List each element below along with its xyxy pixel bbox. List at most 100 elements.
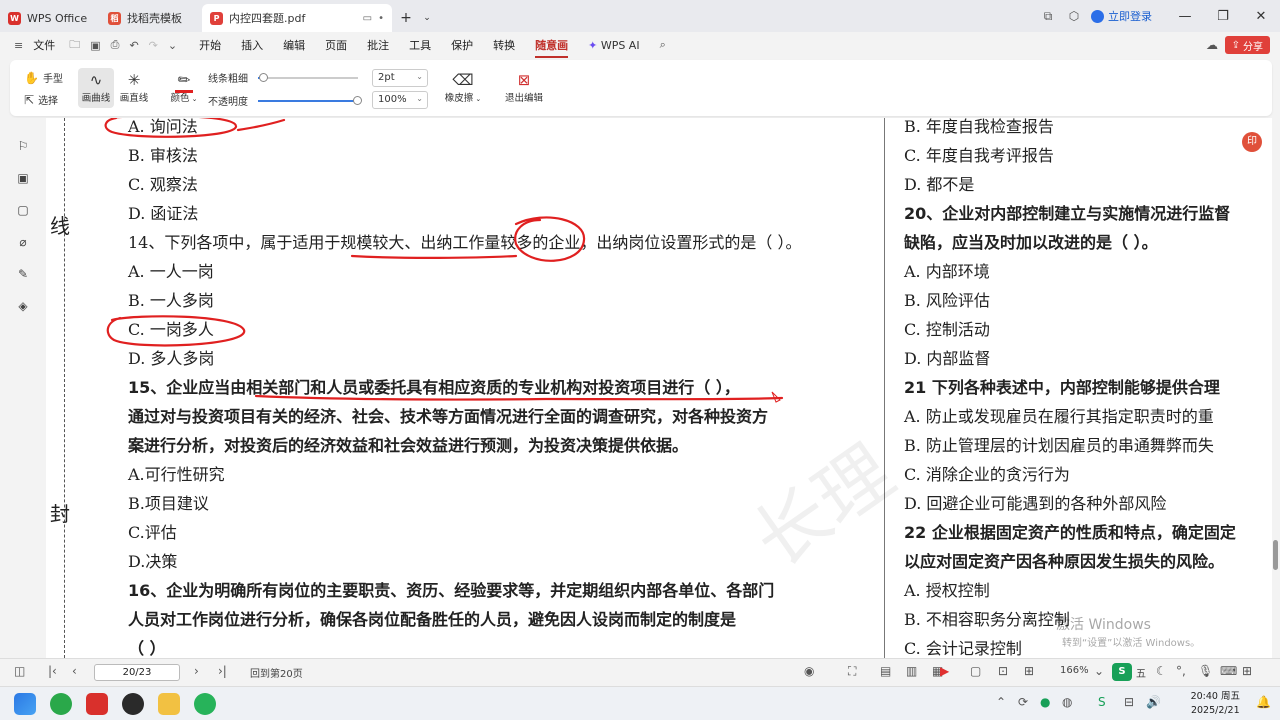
fit-width-icon[interactable]: ⊞ xyxy=(1024,664,1034,678)
opacity-slider-knob[interactable] xyxy=(353,96,362,105)
menu-file[interactable]: 文件 xyxy=(33,37,55,53)
window-layout-icon[interactable]: ⧉ xyxy=(1035,0,1061,32)
tray-sync-icon[interactable]: ⟳ xyxy=(1018,695,1028,709)
stamp-badge-icon[interactable]: 印 xyxy=(1242,132,1262,152)
tab-wps-office[interactable]: W WPS Office xyxy=(0,4,98,32)
menu-convert[interactable]: 转换 xyxy=(493,37,515,53)
menu-insert[interactable]: 插入 xyxy=(241,37,263,53)
vertical-scrollbar-thumb[interactable] xyxy=(1273,540,1278,570)
notification-bell-icon[interactable]: 🔔 xyxy=(1256,695,1271,709)
keyboard-icon[interactable]: ⌨ xyxy=(1220,664,1237,678)
new-tab-button[interactable]: + xyxy=(394,4,418,32)
select-tool[interactable]: ⇱ 选择 xyxy=(24,92,58,108)
curve-tool[interactable]: ∿ 画曲线 xyxy=(78,68,114,108)
search-icon[interactable]: ⌕ xyxy=(660,38,666,52)
right-line: B. 年度自我检查报告 xyxy=(904,118,1054,136)
redo-icon[interactable]: ↷ xyxy=(149,39,158,52)
hamburger-menu-icon[interactable]: ≡ xyxy=(14,39,23,52)
tab-template[interactable]: 稻 找稻壳模板 xyxy=(100,4,200,32)
tray-ime-icon[interactable]: S xyxy=(1098,695,1106,709)
menu-annotate[interactable]: 批注 xyxy=(367,37,389,53)
dot-icon[interactable]: • xyxy=(378,13,384,24)
sidebar-toggle-icon[interactable]: ◫ xyxy=(14,664,25,678)
signature-icon[interactable]: ✎ xyxy=(15,266,31,282)
menu-page[interactable]: 页面 xyxy=(325,37,347,53)
stroke-top xyxy=(236,118,286,132)
file-explorer-icon[interactable] xyxy=(158,693,180,715)
menu-start[interactable]: 开始 xyxy=(199,37,221,53)
tray-volume-icon[interactable]: 🔊 xyxy=(1146,695,1161,709)
print-icon[interactable]: ⎙ xyxy=(111,38,120,52)
zoom-chevron-icon[interactable]: ⌄ xyxy=(1094,664,1104,678)
line-width-combo[interactable]: 2pt ⌄ xyxy=(372,69,428,87)
prev-page-icon[interactable]: ‹ xyxy=(72,664,77,678)
color-picker[interactable]: ✎ 颜色 ⌄ xyxy=(166,68,202,108)
menu-tools[interactable]: 工具 xyxy=(409,37,431,53)
ime-mode-label[interactable]: 五 xyxy=(1136,665,1146,680)
back-to-page-link[interactable]: 回到第20页 xyxy=(250,665,303,680)
obs-icon[interactable] xyxy=(122,693,144,715)
tray-wechat-icon[interactable]: ● xyxy=(1040,695,1050,709)
exit-edit-button[interactable]: ⊠ 退出编辑 xyxy=(502,68,546,108)
open-folder-icon[interactable]: 🗀 xyxy=(69,36,80,55)
edge-browser-icon[interactable] xyxy=(50,693,72,715)
wechat-icon[interactable] xyxy=(194,693,216,715)
comment-icon[interactable]: ▢ xyxy=(15,202,31,218)
wps-taskbar-icon[interactable] xyxy=(86,693,108,715)
document-viewport[interactable]: 线 封 长理 A. 询问法 B. 审核法 C. 观察法 D. 函证法 14、下列各项中，… xyxy=(46,118,1272,658)
tray-network-icon[interactable]: ⊟ xyxy=(1124,695,1134,709)
opacity-combo[interactable]: 100% ⌄ xyxy=(372,91,428,109)
tray-app-icon[interactable]: ◍ xyxy=(1062,695,1072,709)
cube-icon[interactable]: ⬡ xyxy=(1061,0,1087,32)
opacity-slider[interactable] xyxy=(258,96,362,105)
close-button[interactable]: ✕ xyxy=(1242,0,1280,32)
first-page-icon[interactable]: |‹ xyxy=(48,664,57,678)
pdf-page: 线 封 长理 A. 询问法 B. 审核法 C. 观察法 D. 函证法 14、下列各项中，… xyxy=(46,118,1272,658)
line-tool[interactable]: ✳ 画直线 xyxy=(116,68,152,108)
fit-page-icon[interactable]: ⊡ xyxy=(998,664,1008,678)
layers-icon[interactable]: ◈ xyxy=(15,298,31,314)
menu-freehand-draw[interactable]: 随意画 xyxy=(535,37,569,58)
quick-access-chevron-icon[interactable]: ⌄ xyxy=(168,39,177,52)
last-page-icon[interactable]: ›| xyxy=(218,664,227,678)
cloud-upload-icon[interactable]: ☁ xyxy=(1206,38,1218,52)
hand-tool[interactable]: ✋ 手型 xyxy=(24,70,63,86)
system-clock[interactable]: 20:40 周五 2025/2/21 xyxy=(1191,690,1240,718)
ime-punct-icon[interactable]: °, xyxy=(1176,664,1186,678)
share-button[interactable]: ⇪ 分享 xyxy=(1224,36,1270,54)
save-icon[interactable]: ▣ xyxy=(90,39,100,52)
read-mode-icon[interactable]: ▢ xyxy=(970,664,981,678)
line-width-slider[interactable] xyxy=(258,73,358,82)
login-button[interactable]: 立即登录 xyxy=(1091,8,1152,24)
microphone-icon[interactable]: 🎙 xyxy=(1198,664,1213,678)
play-icon[interactable]: ▶ xyxy=(940,664,949,678)
tab-list-chevron-icon[interactable]: ⌄ xyxy=(420,4,434,32)
menu-edit[interactable]: 编辑 xyxy=(283,37,305,53)
ime-logo-icon[interactable]: S xyxy=(1112,663,1132,681)
tab-label: 内控四套题.pdf xyxy=(229,12,306,25)
windows-start-icon[interactable] xyxy=(14,693,36,715)
bookmark-icon[interactable]: ⚐ xyxy=(15,138,31,154)
thumbnail-icon[interactable]: ▣ xyxy=(15,170,31,186)
undo-icon[interactable]: ↶ xyxy=(129,39,138,52)
ime-moon-icon[interactable]: ☾ xyxy=(1156,664,1167,678)
menu-wps-ai[interactable]: ✦ WPS AI xyxy=(588,39,639,52)
monitor-icon[interactable]: ▭ xyxy=(363,13,372,24)
zoom-level[interactable]: 166% xyxy=(1060,665,1089,676)
page-number-input[interactable]: 20/23 xyxy=(94,664,180,681)
eraser-tool[interactable]: ⌫ 橡皮擦 ⌄ xyxy=(442,68,484,108)
restore-button[interactable]: ❐ xyxy=(1204,0,1242,32)
eye-icon[interactable]: ◉ xyxy=(804,664,814,678)
tray-chevron-icon[interactable]: ⌃ xyxy=(996,695,1006,709)
two-page-icon[interactable]: ▥ xyxy=(906,664,917,678)
line-width-slider-knob[interactable] xyxy=(259,73,268,82)
menu-protect[interactable]: 保护 xyxy=(451,37,473,53)
fullscreen-icon[interactable]: ⛶ xyxy=(848,664,856,679)
single-page-icon[interactable]: ▤ xyxy=(880,664,891,678)
vertical-scrollbar[interactable] xyxy=(1272,118,1280,658)
next-page-icon[interactable]: › xyxy=(194,664,199,678)
grid-icon[interactable]: ⊞ xyxy=(1242,664,1252,678)
minimize-button[interactable]: — xyxy=(1166,0,1204,32)
tab-pdf-document[interactable]: P 内控四套题.pdf ▭ • xyxy=(202,4,392,32)
attachment-icon[interactable]: ⌀ xyxy=(15,234,31,250)
